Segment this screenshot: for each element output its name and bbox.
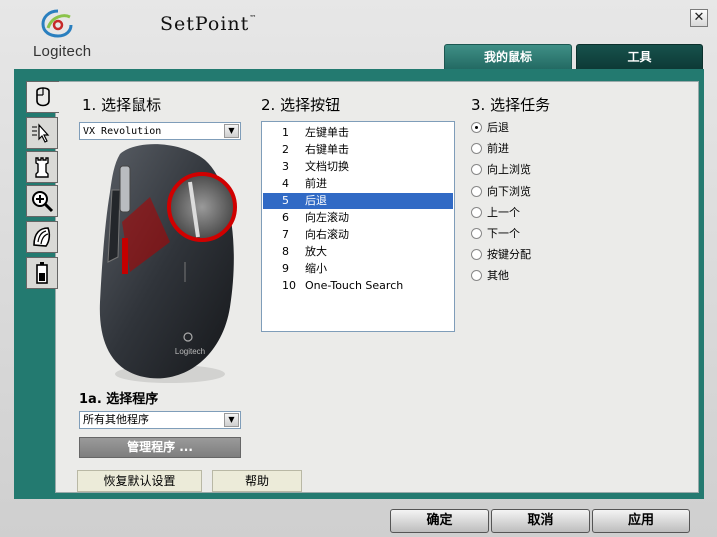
task-option[interactable]: 向下浏览	[471, 184, 591, 200]
task-option-label: 向下浏览	[487, 184, 531, 198]
restore-defaults-button[interactable]: 恢复默认设置	[77, 470, 202, 492]
list-item-label: 前进	[305, 177, 327, 190]
list-item[interactable]: 5 后退	[263, 193, 453, 209]
list-item-label: 放大	[305, 245, 327, 258]
radio-button[interactable]	[471, 185, 482, 197]
list-item[interactable]: 10 One-Touch Search	[263, 278, 453, 294]
list-item[interactable]: 7 向右滚动	[263, 227, 453, 243]
chess-rook-icon	[35, 157, 49, 178]
list-item[interactable]: 3 文档切换	[263, 159, 453, 175]
list-item-label: 向右滚动	[305, 228, 349, 241]
zoom-icon	[32, 191, 54, 213]
list-item-label: One-Touch Search	[305, 279, 404, 292]
section3-title: 3. 选择任务	[471, 96, 551, 114]
mouse-select-value: VX Revolution	[83, 126, 162, 137]
mouse-select[interactable]: VX Revolution ▼	[79, 122, 241, 140]
scroll-wheel-icon	[33, 227, 51, 247]
manage-programs-button[interactable]: 管理程序 ...	[79, 437, 241, 458]
list-item-number: 7	[282, 228, 289, 241]
radio-button[interactable]	[471, 228, 482, 239]
task-option-label: 后退	[487, 121, 509, 134]
program-select-value: 所有其他程序	[83, 413, 149, 426]
task-option-label: 下一个	[487, 227, 520, 240]
task-option-label: 其他	[487, 269, 509, 283]
list-item-label: 右键单击	[305, 143, 349, 156]
task-option-label: 按键分配	[487, 248, 531, 262]
section1a-title: 1a. 选择程序	[79, 392, 159, 407]
sidebar-item-zoom[interactable]	[26, 185, 58, 217]
section2-title: 2. 选择按钮	[261, 96, 341, 114]
list-item-number: 9	[282, 262, 289, 275]
sidebar-item-game[interactable]	[26, 151, 58, 183]
ok-button[interactable]: 确定	[390, 509, 489, 533]
task-option[interactable]: 按键分配	[471, 247, 591, 263]
mouse-brand-text: Logitech	[175, 347, 205, 356]
battery-icon	[36, 262, 48, 284]
radio-button[interactable]	[471, 122, 482, 133]
app-title: SetPoint™	[160, 13, 258, 35]
list-item-number: 1	[282, 126, 289, 139]
tab-tools[interactable]: 工具	[576, 44, 703, 70]
list-item-number: 8	[282, 245, 289, 258]
task-option[interactable]: 前进	[471, 141, 591, 157]
radio-button[interactable]	[471, 143, 482, 155]
list-item-number: 4	[282, 177, 289, 190]
logitech-logo-icon	[41, 9, 73, 38]
task-option[interactable]: 上一个	[471, 205, 591, 221]
sidebar-item-scroll[interactable]	[26, 221, 58, 253]
task-option-label: 向上浏览	[487, 163, 531, 177]
mouse-icon	[36, 87, 50, 107]
task-option-label: 上一个	[487, 205, 520, 219]
task-option[interactable]: 后退	[471, 120, 591, 136]
list-item[interactable]: 2 右键单击	[263, 142, 453, 158]
list-item-label: 后退	[305, 194, 327, 207]
chevron-down-icon[interactable]: ▼	[224, 413, 239, 427]
list-item-label: 文档切换	[305, 160, 349, 173]
task-option[interactable]: 向上浏览	[471, 162, 591, 178]
list-item[interactable]: 9 缩小	[263, 261, 453, 277]
mouse-image: Logitech	[99, 144, 237, 383]
logitech-logo-text: Logitech	[33, 43, 92, 60]
tab-my-mouse[interactable]: 我的鼠标	[444, 44, 572, 70]
sidebar-item-mouse[interactable]	[26, 81, 59, 113]
list-item[interactable]: 6 向左滚动	[263, 210, 453, 226]
pointer-speed-icon	[32, 123, 50, 143]
list-item-label: 左键单击	[305, 126, 349, 139]
list-item-number: 2	[282, 143, 289, 156]
program-select[interactable]: 所有其他程序 ▼	[79, 411, 241, 429]
list-item[interactable]: 1 左键单击	[263, 125, 453, 141]
list-item[interactable]: 4 前进	[263, 176, 453, 192]
sidebar-item-battery[interactable]	[26, 257, 58, 289]
list-item-label: 缩小	[305, 262, 327, 275]
task-option[interactable]: 其他	[471, 268, 591, 284]
sidebar-item-pointer[interactable]	[26, 117, 58, 149]
list-item-number: 6	[282, 211, 289, 224]
button-listbox[interactable]: 1 左键单击 2 右键单击 3 文档切换 4 前进 5 后退 6 向左滚动 7 向右滚动 8 放大 9 缩小 10 O…	[261, 121, 455, 332]
list-item-number: 5	[282, 194, 289, 207]
radio-button[interactable]	[471, 206, 482, 218]
chevron-down-icon[interactable]: ▼	[224, 124, 239, 138]
list-item-number: 10	[282, 279, 296, 292]
task-option[interactable]: 下一个	[471, 226, 591, 242]
section1-title: 1. 选择鼠标	[82, 96, 162, 114]
list-item-label: 向左滚动	[305, 211, 349, 224]
task-option-label: 前进	[487, 142, 509, 156]
cancel-button[interactable]: 取消	[491, 509, 590, 533]
radio-button[interactable]	[471, 164, 482, 176]
list-item[interactable]: 8 放大	[263, 244, 453, 260]
radio-button[interactable]	[471, 270, 482, 282]
help-button[interactable]: 帮助	[212, 470, 302, 492]
apply-button[interactable]: 应用	[592, 509, 690, 533]
close-icon[interactable]: ✕	[690, 9, 708, 27]
list-item-number: 3	[282, 160, 289, 173]
radio-button[interactable]	[471, 249, 482, 261]
